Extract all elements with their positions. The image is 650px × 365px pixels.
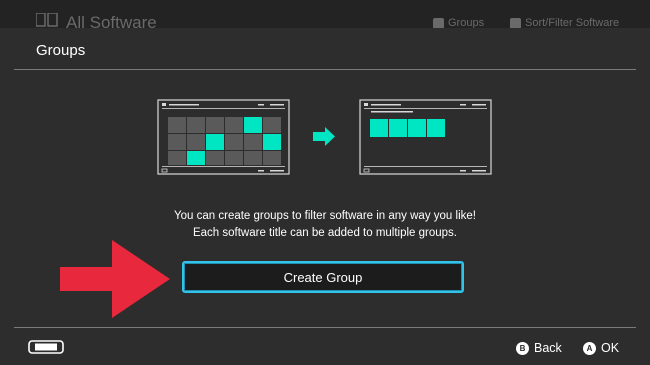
back-label: Back — [534, 341, 562, 355]
ok-label: OK — [601, 341, 620, 355]
footer-divider — [14, 327, 636, 328]
group-panel-illustration — [359, 99, 492, 175]
ok-button[interactable]: A OK — [583, 341, 619, 355]
groups-illustration — [157, 99, 492, 175]
b-button-icon: B — [516, 341, 529, 355]
red-pointer-arrow-icon — [60, 240, 170, 318]
a-button-icon: A — [583, 341, 596, 355]
back-button[interactable]: B Back — [516, 341, 562, 355]
create-group-button[interactable]: Create Group — [182, 261, 464, 293]
r-key-icon — [510, 17, 521, 29]
all-software-grid-icon — [36, 13, 58, 27]
l-key-icon — [433, 17, 444, 29]
dialog-description: You can create groups to filter software… — [14, 208, 636, 242]
handheld-console-icon — [28, 340, 64, 354]
transition-arrow-icon — [313, 127, 335, 146]
description-line: You can create groups to filter software… — [174, 210, 476, 222]
all-software-panel-illustration — [157, 99, 290, 175]
